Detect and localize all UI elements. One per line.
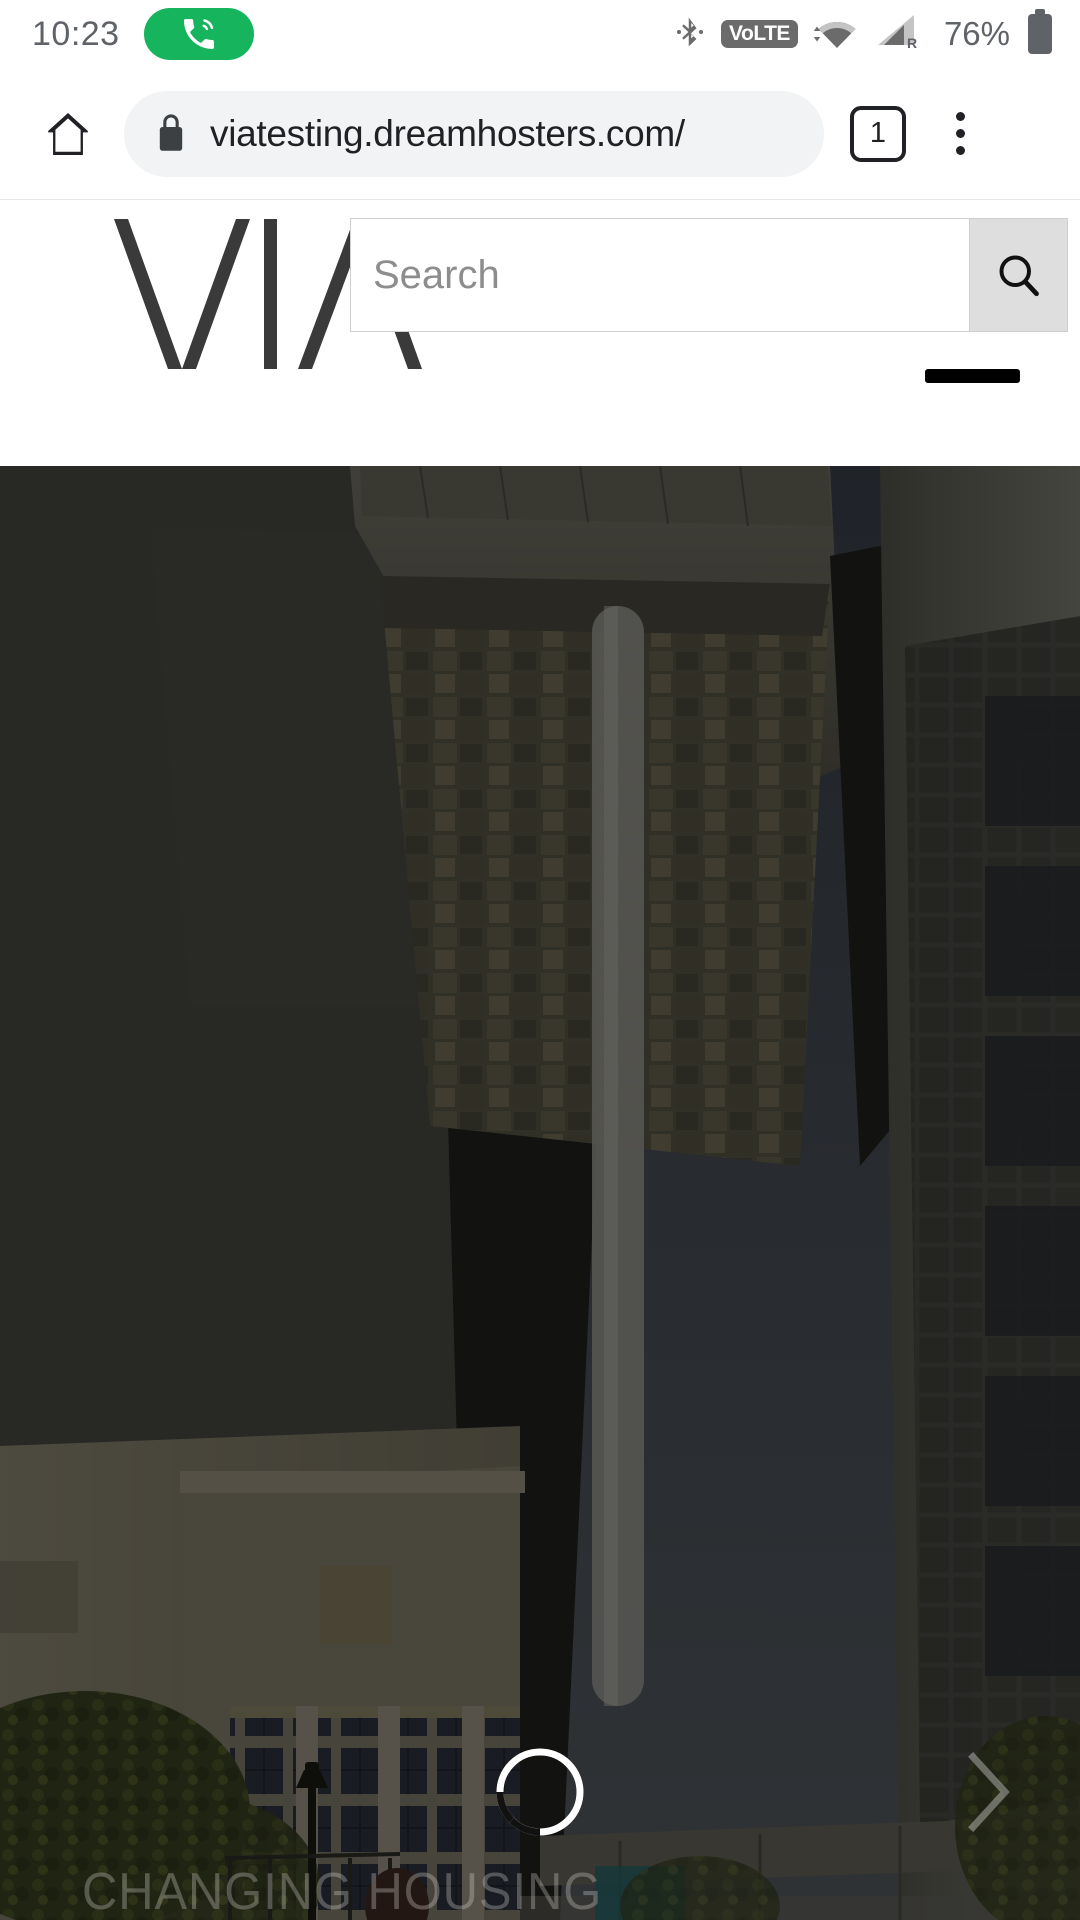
wifi-calling-icon [143,8,254,60]
lock-icon [154,113,188,155]
chevron-right-icon [968,1752,1010,1832]
battery-icon [1026,8,1054,60]
loading-spinner [492,1744,588,1840]
hero-carousel: CHANGING HOUSING [0,466,1080,1920]
site-header [0,201,1080,466]
overflow-menu-icon[interactable] [930,99,990,169]
wifi-icon [813,13,860,56]
url-bar[interactable]: viatesting.dreamhosters.com/ [124,90,824,177]
tab-switcher-button[interactable]: 1 [850,105,906,162]
menu-dot [955,146,965,155]
carousel-next-button[interactable] [944,1744,1034,1840]
battery-percent-label: 76% [943,15,1010,52]
volte-badge: VoLTE [721,20,798,48]
status-bar-clock: 10:23 [32,14,120,53]
search-submit-button[interactable] [969,219,1067,331]
hero-overlay-scrim [0,466,1080,1920]
tab-count-label: 1 [869,117,887,149]
cellular-signal-icon: R [876,12,922,57]
home-icon[interactable] [36,102,100,166]
site-search[interactable] [350,218,1068,332]
menu-dot [955,112,965,121]
svg-text:R: R [907,35,917,51]
url-text: viatesting.dreamhosters.com/ [210,112,685,154]
bluetooth-icon [675,13,705,56]
status-bar: 10:23 VoLTE R 76% [0,0,1080,68]
magnifier-icon [999,255,1039,297]
hamburger-menu-icon[interactable] [925,369,1020,383]
hero-caption: CHANGING HOUSING [82,1863,603,1920]
menu-dot [955,129,965,138]
browser-toolbar: viatesting.dreamhosters.com/ 1 [0,68,1080,200]
status-bar-indicators: VoLTE R 76% [675,8,1054,60]
search-input[interactable] [351,219,969,331]
